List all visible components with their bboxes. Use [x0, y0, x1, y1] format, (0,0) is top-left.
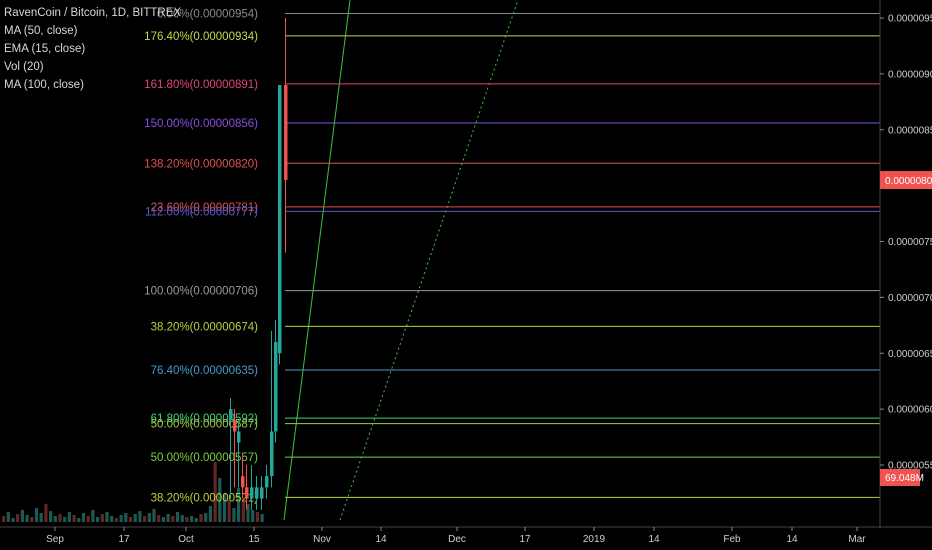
fib-level-label: 138.20%(0.00000820) [144, 158, 258, 170]
price-tick-label: 0.00000600 [888, 405, 932, 416]
volume-bar [114, 518, 118, 522]
price-tick-label: 0.00000750 [888, 237, 932, 248]
volume-bar [6, 512, 10, 522]
price-tick-label: 0.00000650 [888, 349, 932, 360]
volume-bar [34, 508, 39, 522]
volume-bar [30, 517, 34, 522]
volume-bar [166, 514, 170, 522]
candle-body [241, 476, 245, 488]
time-tick-label: Feb [723, 534, 741, 545]
volume-bar [91, 510, 95, 522]
volume-bar [161, 517, 165, 522]
fib-level-label: 112.00%(0.00000777) [145, 206, 258, 218]
volume-bar [204, 513, 208, 522]
volume-bar [2, 516, 6, 522]
candle-body [250, 487, 254, 499]
volume-bar [44, 504, 48, 522]
volume-bar [185, 517, 189, 522]
volume-bar [119, 515, 123, 522]
candle-body [229, 409, 233, 421]
volume-bar [77, 518, 81, 522]
volume-bar [128, 517, 133, 522]
volume-bar [138, 511, 142, 522]
study-ma50[interactable]: MA (50, close) [4, 22, 181, 40]
time-tick-label: 17 [519, 534, 531, 545]
volume-bar [241, 502, 245, 522]
volume-bar [180, 515, 184, 522]
volume-bar [96, 517, 100, 522]
volume-bar [175, 512, 180, 522]
price-tick-label: 0.00000900 [888, 69, 932, 80]
price-tick-label: 0.00000700 [888, 293, 932, 304]
time-tick-label: 14 [375, 534, 387, 545]
volume-bar [20, 510, 24, 522]
study-ma100[interactable]: MA (100, close) [4, 76, 181, 94]
volume-bar [58, 514, 62, 522]
study-ema15[interactable]: EMA (15, close) [4, 40, 181, 58]
candle-body [233, 420, 237, 432]
volume-bar [39, 513, 43, 522]
volume-bar [11, 518, 15, 522]
volume-bar [208, 506, 212, 522]
candle-body [278, 85, 282, 354]
time-tick-label: Mar [848, 534, 866, 545]
volume-bar [190, 516, 194, 522]
volume-bar [110, 516, 114, 522]
time-tick-label: Sep [46, 534, 64, 545]
volume-bar [232, 508, 236, 522]
candle-body [237, 431, 241, 443]
volume-bar [63, 517, 67, 522]
time-tick-label: 15 [248, 534, 260, 545]
time-tick-label: 14 [648, 534, 660, 545]
candle-body [245, 487, 249, 499]
time-tick-label: Nov [313, 534, 331, 545]
study-vol20[interactable]: Vol (20) [4, 58, 181, 76]
volume-bar [67, 512, 71, 522]
time-tick-label: Oct [178, 534, 194, 545]
volume-bar [105, 512, 109, 522]
volume-bar [194, 518, 198, 522]
volume-bar [152, 509, 156, 522]
volume-bar [16, 514, 20, 522]
current-price-label: 0.00000805 [885, 176, 932, 187]
volume-bar [86, 516, 90, 522]
fib-level-label: 100.00%(0.00000706) [144, 286, 258, 298]
volume-bar [124, 513, 128, 522]
candle-body [260, 487, 264, 499]
symbol-title[interactable]: RavenCoin / Bitcoin, 1D, BITTREX [4, 4, 181, 22]
volume-bar [72, 515, 76, 522]
candle-body [270, 431, 274, 477]
time-tick-label: 2019 [583, 534, 606, 545]
price-tick-label: 0.00000850 [888, 125, 932, 136]
chart-legend: RavenCoin / Bitcoin, 1D, BITTREX MA (50,… [4, 4, 181, 94]
volume-bar [100, 514, 104, 522]
fib-level-label: 150.00%(0.00000856) [144, 118, 258, 130]
fib-level-label: 76.40%(0.00000635) [151, 365, 259, 377]
volume-bar [53, 516, 57, 522]
time-tick-label: 14 [786, 534, 798, 545]
volume-label: 69.048M [885, 473, 924, 484]
volume-bar [143, 516, 147, 522]
fib-level-label: 50.00%(0.00000587) [151, 419, 259, 431]
candle-body [255, 487, 259, 499]
volume-bar [199, 514, 203, 522]
volume-bar [255, 512, 259, 522]
volume-bar [171, 516, 175, 522]
volume-bar [157, 515, 161, 522]
volume-bar [251, 510, 255, 522]
volume-bar [49, 511, 53, 522]
price-tick-label: 0.00000950 [888, 14, 932, 25]
candle-body [274, 342, 278, 432]
candle-body [284, 85, 288, 181]
time-tick-label: Dec [448, 534, 466, 545]
candle-body [265, 476, 269, 488]
fib-level-label: 38.20%(0.00000674) [151, 321, 259, 333]
volume-bar [147, 513, 151, 522]
volume-bar [133, 514, 137, 522]
volume-bar [260, 514, 264, 522]
time-tick-label: 17 [118, 534, 130, 545]
volume-bar [25, 515, 29, 522]
volume-bar [81, 513, 86, 522]
